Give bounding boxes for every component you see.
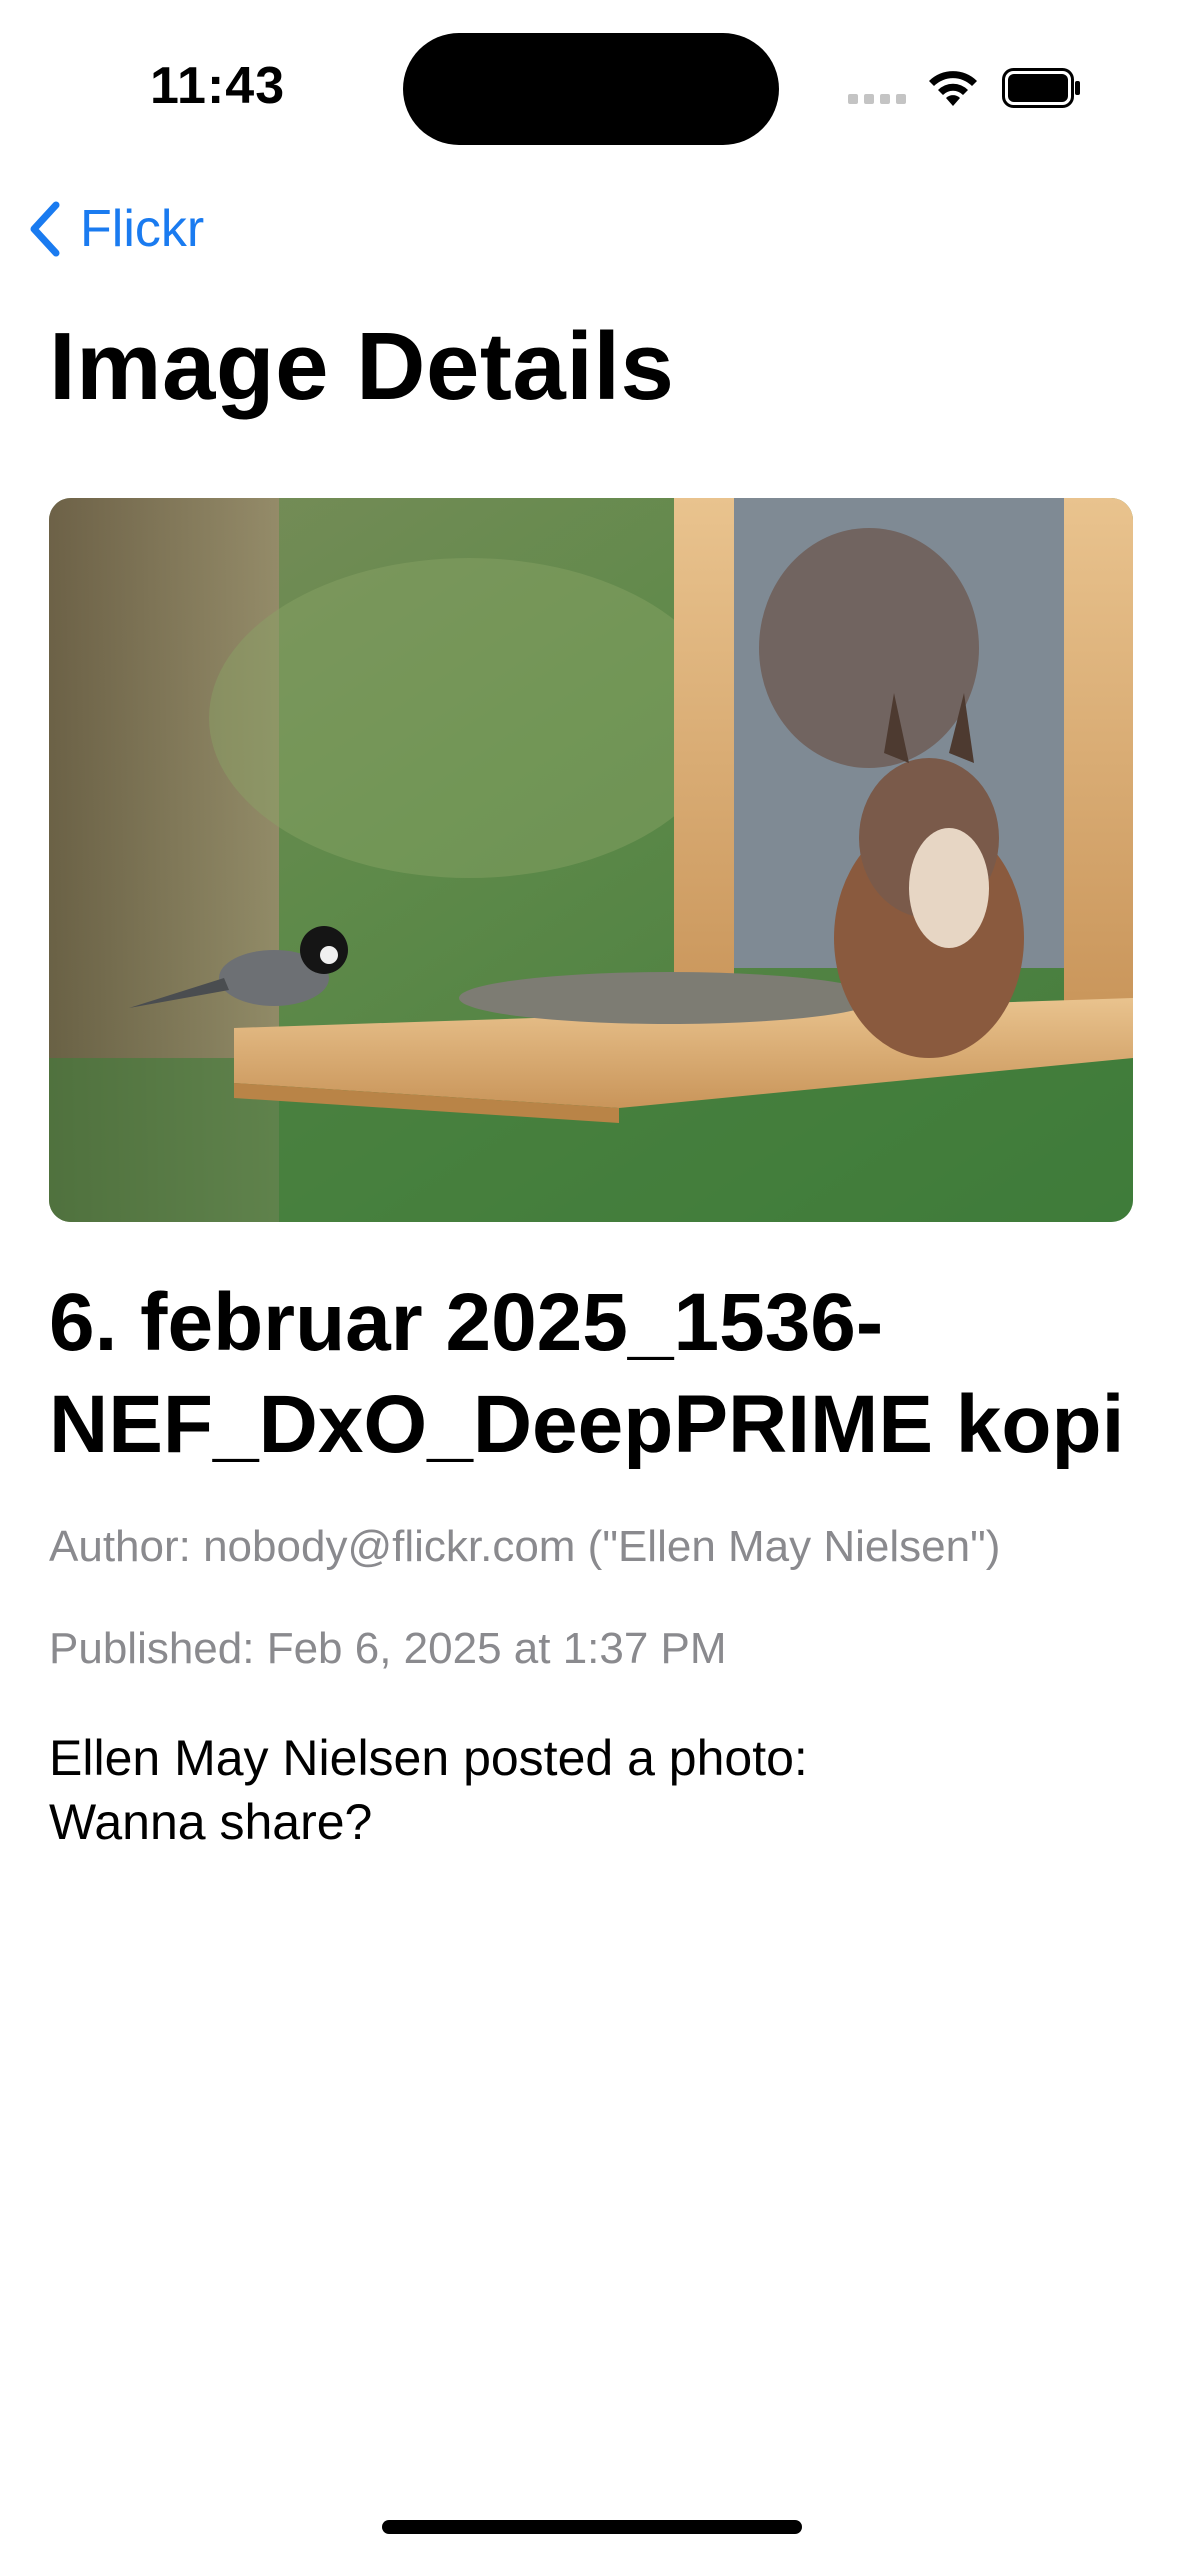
photo-illustration <box>49 498 1133 1222</box>
flickr-photo <box>49 498 1133 1222</box>
page-title: Image Details <box>49 313 675 420</box>
wifi-icon <box>929 71 977 106</box>
author-text: Author: nobody@flickr.com ("Ellen May Ni… <box>49 1522 1001 1571</box>
back-button-label: Flickr <box>80 200 205 258</box>
image-description: Ellen May Nielsen posted a photo: Wanna … <box>49 1726 808 1854</box>
status-time: 11:43 <box>150 57 286 115</box>
cellular-signal-icon <box>848 94 908 104</box>
description-line: Ellen May Nielsen posted a photo: <box>49 1730 808 1786</box>
published-date: Published: Feb 6, 2025 at 1:37 PM <box>49 1624 727 1673</box>
battery-icon <box>1002 68 1080 108</box>
back-button[interactable]: Flickr <box>26 196 204 262</box>
chevron-left-icon <box>30 201 60 257</box>
image-title: 6. februar 2025_1536-NEF_DxO_DeepPRIME k… <box>49 1277 1125 1470</box>
description-line: Wanna share? <box>49 1794 373 1850</box>
dynamic-island <box>403 33 779 145</box>
status-bar: 11:43 <box>0 0 1179 170</box>
home-indicator[interactable] <box>382 2520 802 2534</box>
